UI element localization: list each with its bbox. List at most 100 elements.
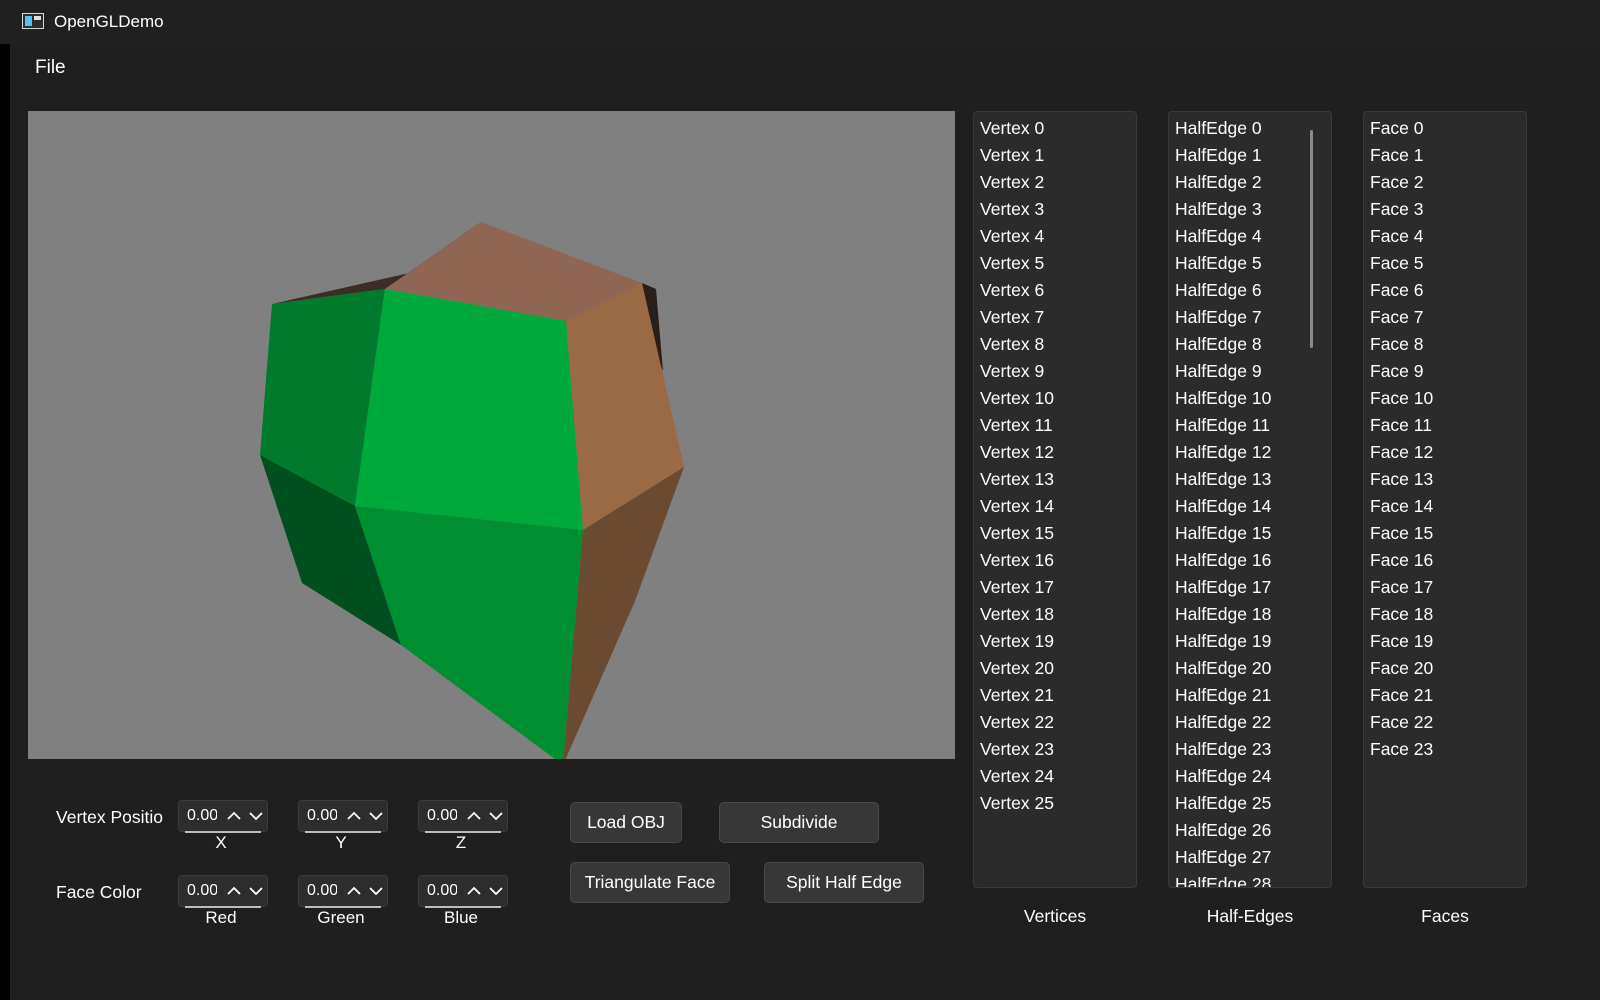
list-item[interactable]: HalfEdge 10 xyxy=(1169,385,1331,412)
face-green-spinbox[interactable]: 0.00 xyxy=(298,875,388,908)
list-item[interactable]: Face 14 xyxy=(1364,493,1526,520)
list-item[interactable]: HalfEdge 28 xyxy=(1169,871,1331,887)
chevron-down-icon[interactable] xyxy=(485,805,507,827)
spin-value[interactable]: 0.00 xyxy=(187,882,217,900)
list-item[interactable]: HalfEdge 8 xyxy=(1169,331,1331,358)
chevron-up-icon[interactable] xyxy=(463,805,485,827)
triangulate-face-button[interactable]: Triangulate Face xyxy=(570,862,730,903)
vertices-list[interactable]: Vertex 0 Vertex 1 Vertex 2 Vertex 3 Vertex 4… xyxy=(973,111,1137,888)
list-item[interactable]: Vertex 22 xyxy=(974,709,1136,736)
list-item[interactable]: HalfEdge 17 xyxy=(1169,574,1331,601)
list-item[interactable]: Face 16 xyxy=(1364,547,1526,574)
list-item[interactable]: HalfEdge 22 xyxy=(1169,709,1331,736)
list-item[interactable]: Vertex 0 xyxy=(974,115,1136,142)
face-red-spinbox[interactable]: 0.00 xyxy=(178,875,268,908)
list-item[interactable]: Face 23 xyxy=(1364,736,1526,763)
list-item[interactable]: Vertex 7 xyxy=(974,304,1136,331)
list-item[interactable]: HalfEdge 15 xyxy=(1169,520,1331,547)
list-item[interactable]: Vertex 23 xyxy=(974,736,1136,763)
list-item[interactable]: Vertex 8 xyxy=(974,331,1136,358)
chevron-up-icon[interactable] xyxy=(343,880,365,902)
list-item[interactable]: Vertex 10 xyxy=(974,385,1136,412)
list-item[interactable]: HalfEdge 0 xyxy=(1169,115,1331,142)
list-item[interactable]: Vertex 12 xyxy=(974,439,1136,466)
list-item[interactable]: HalfEdge 14 xyxy=(1169,493,1331,520)
list-item[interactable]: HalfEdge 19 xyxy=(1169,628,1331,655)
list-item[interactable]: HalfEdge 24 xyxy=(1169,763,1331,790)
list-item[interactable]: Vertex 9 xyxy=(974,358,1136,385)
spin-value[interactable]: 0.00 xyxy=(307,882,337,900)
split-half-edge-button[interactable]: Split Half Edge xyxy=(764,862,924,903)
list-item[interactable]: Face 20 xyxy=(1364,655,1526,682)
list-item[interactable]: Vertex 19 xyxy=(974,628,1136,655)
list-item[interactable]: Face 10 xyxy=(1364,385,1526,412)
list-item[interactable]: Face 2 xyxy=(1364,169,1526,196)
list-item[interactable]: HalfEdge 12 xyxy=(1169,439,1331,466)
list-item[interactable]: Face 9 xyxy=(1364,358,1526,385)
half-edges-list[interactable]: HalfEdge 0 HalfEdge 1 HalfEdge 2 HalfEdge 3… xyxy=(1168,111,1332,888)
list-item[interactable]: Vertex 17 xyxy=(974,574,1136,601)
list-item[interactable]: HalfEdge 6 xyxy=(1169,277,1331,304)
chevron-up-icon[interactable] xyxy=(223,805,245,827)
list-item[interactable]: Face 8 xyxy=(1364,331,1526,358)
list-item[interactable]: Vertex 25 xyxy=(974,790,1136,817)
chevron-up-icon[interactable] xyxy=(343,805,365,827)
list-item[interactable]: Face 3 xyxy=(1364,196,1526,223)
faces-list[interactable]: Face 0 Face 1 Face 2 Face 3 Face 4 Face 5 Face… xyxy=(1363,111,1527,888)
list-item[interactable]: Face 7 xyxy=(1364,304,1526,331)
list-item[interactable]: Vertex 13 xyxy=(974,466,1136,493)
list-item[interactable]: HalfEdge 5 xyxy=(1169,250,1331,277)
chevron-up-icon[interactable] xyxy=(223,880,245,902)
spin-value[interactable]: 0.00 xyxy=(187,807,217,825)
list-item[interactable]: Face 18 xyxy=(1364,601,1526,628)
chevron-down-icon[interactable] xyxy=(245,880,267,902)
list-item[interactable]: HalfEdge 25 xyxy=(1169,790,1331,817)
list-item[interactable]: Vertex 20 xyxy=(974,655,1136,682)
list-item[interactable]: Vertex 16 xyxy=(974,547,1136,574)
list-item[interactable]: Vertex 6 xyxy=(974,277,1136,304)
vertex-y-spinbox[interactable]: 0.00 xyxy=(298,800,388,833)
list-item[interactable]: Vertex 3 xyxy=(974,196,1136,223)
list-item[interactable]: HalfEdge 2 xyxy=(1169,169,1331,196)
list-item[interactable]: HalfEdge 23 xyxy=(1169,736,1331,763)
list-item[interactable]: Vertex 24 xyxy=(974,763,1136,790)
spin-value[interactable]: 0.00 xyxy=(307,807,337,825)
list-item[interactable]: Face 22 xyxy=(1364,709,1526,736)
list-item[interactable]: HalfEdge 16 xyxy=(1169,547,1331,574)
list-item[interactable]: Face 6 xyxy=(1364,277,1526,304)
spin-value[interactable]: 0.00 xyxy=(427,807,457,825)
list-item[interactable]: HalfEdge 4 xyxy=(1169,223,1331,250)
list-item[interactable]: Vertex 5 xyxy=(974,250,1136,277)
list-item[interactable]: HalfEdge 9 xyxy=(1169,358,1331,385)
list-item[interactable]: HalfEdge 20 xyxy=(1169,655,1331,682)
list-item[interactable]: HalfEdge 3 xyxy=(1169,196,1331,223)
list-item[interactable]: HalfEdge 7 xyxy=(1169,304,1331,331)
list-item[interactable]: Face 13 xyxy=(1364,466,1526,493)
list-item[interactable]: HalfEdge 27 xyxy=(1169,844,1331,871)
list-item[interactable]: HalfEdge 11 xyxy=(1169,412,1331,439)
chevron-down-icon[interactable] xyxy=(485,880,507,902)
list-item[interactable]: Vertex 15 xyxy=(974,520,1136,547)
list-item[interactable]: Face 19 xyxy=(1364,628,1526,655)
list-item[interactable]: HalfEdge 1 xyxy=(1169,142,1331,169)
subdivide-button[interactable]: Subdivide xyxy=(719,802,879,843)
chevron-down-icon[interactable] xyxy=(245,805,267,827)
list-item[interactable]: Vertex 11 xyxy=(974,412,1136,439)
vertex-z-spinbox[interactable]: 0.00 xyxy=(418,800,508,833)
vertex-x-spinbox[interactable]: 0.00 xyxy=(178,800,268,833)
list-item[interactable]: Face 12 xyxy=(1364,439,1526,466)
list-item[interactable]: Vertex 4 xyxy=(974,223,1136,250)
list-item[interactable]: Face 17 xyxy=(1364,574,1526,601)
list-item[interactable]: HalfEdge 18 xyxy=(1169,601,1331,628)
list-item[interactable]: HalfEdge 21 xyxy=(1169,682,1331,709)
face-blue-spinbox[interactable]: 0.00 xyxy=(418,875,508,908)
list-item[interactable]: Vertex 18 xyxy=(974,601,1136,628)
load-obj-button[interactable]: Load OBJ xyxy=(570,802,682,843)
chevron-down-icon[interactable] xyxy=(365,805,387,827)
list-item[interactable]: Face 15 xyxy=(1364,520,1526,547)
list-item[interactable]: HalfEdge 13 xyxy=(1169,466,1331,493)
chevron-up-icon[interactable] xyxy=(463,880,485,902)
list-item[interactable]: Face 11 xyxy=(1364,412,1526,439)
chevron-down-icon[interactable] xyxy=(365,880,387,902)
list-item[interactable]: Face 21 xyxy=(1364,682,1526,709)
